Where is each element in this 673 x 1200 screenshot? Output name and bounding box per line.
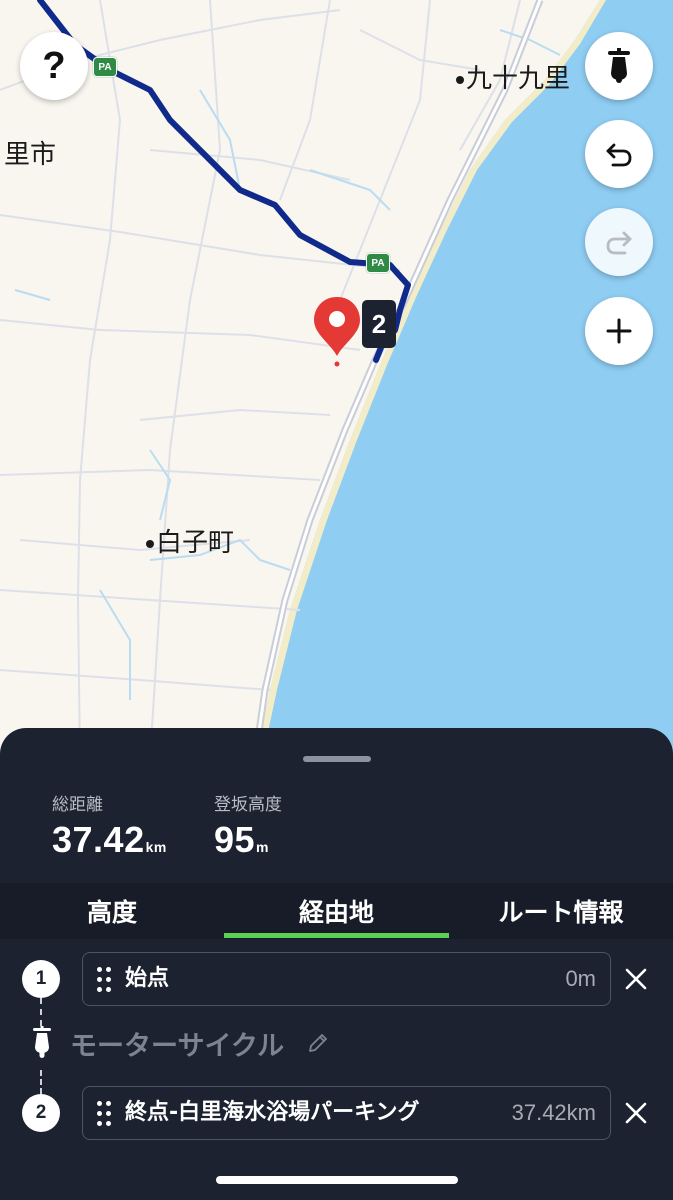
waypoint-distance: 37.42km bbox=[511, 1100, 596, 1125]
parking-area-badge: PA bbox=[366, 253, 390, 273]
waypoint-connector bbox=[40, 998, 42, 1026]
waypoint-connector bbox=[40, 1070, 42, 1094]
undo-icon bbox=[606, 143, 632, 167]
tab-route-info[interactable]: ルート情報 bbox=[449, 883, 673, 939]
pencil-icon[interactable] bbox=[306, 1031, 330, 1055]
place-dot bbox=[146, 539, 154, 548]
redo-icon bbox=[606, 231, 632, 255]
waypoint-row-end[interactable]: 終点-白里海水浴場パーキング 37.42km bbox=[82, 1086, 611, 1140]
waypoint-name: 始点 bbox=[125, 966, 170, 991]
active-tab-indicator bbox=[224, 933, 449, 938]
motorcycle-icon bbox=[33, 1026, 51, 1058]
drag-handle-icon[interactable] bbox=[97, 967, 113, 993]
undo-button[interactable] bbox=[585, 120, 653, 188]
waypoint-number-1: 1 bbox=[22, 960, 60, 998]
close-icon bbox=[625, 968, 647, 990]
sheet-grabber[interactable] bbox=[303, 756, 371, 762]
waypoint-marker-number[interactable]: 2 bbox=[362, 300, 396, 348]
travel-mode-button[interactable] bbox=[585, 32, 653, 100]
tab-elevation[interactable]: 高度 bbox=[0, 883, 224, 939]
travel-mode-label[interactable]: モーターサイクル bbox=[70, 1024, 284, 1063]
elevation-gain-value: 95m bbox=[214, 819, 269, 860]
waypoint-distance: 0m bbox=[565, 966, 596, 991]
home-indicator[interactable] bbox=[216, 1176, 458, 1184]
sheet-tabs: 高度 経由地 ルート情報 bbox=[0, 883, 673, 939]
plus-icon bbox=[606, 318, 632, 344]
motorcycle-icon bbox=[608, 48, 630, 83]
parking-area-badge: PA bbox=[93, 57, 117, 77]
waypoint-name: 終点-白里海水浴場パーキング bbox=[125, 1100, 420, 1125]
total-distance-label: 総距離 bbox=[52, 795, 103, 815]
route-bottom-sheet: 総距離 37.42km 登坂高度 95m 高度 経由地 ルート情報 1 始点 0… bbox=[0, 728, 673, 1200]
location-pin-icon[interactable] bbox=[314, 297, 360, 367]
total-distance-value: 37.42km bbox=[52, 819, 167, 860]
elevation-gain-stat: 登坂高度 95m bbox=[214, 790, 282, 861]
tab-waypoints[interactable]: 経由地 bbox=[224, 883, 449, 939]
drag-handle-icon[interactable] bbox=[97, 1101, 113, 1127]
place-label-kujukuri: 九十九里 bbox=[456, 58, 570, 95]
help-button[interactable]: ? bbox=[20, 32, 88, 100]
place-label-shirako: 白子町 bbox=[146, 522, 234, 559]
map-canvas[interactable] bbox=[0, 0, 673, 760]
map-view[interactable]: PA PA 九十九里 里市 白子町 2 ? bbox=[0, 0, 673, 760]
close-icon bbox=[625, 1102, 647, 1124]
add-waypoint-button[interactable] bbox=[585, 297, 653, 365]
waypoint-number-2: 2 bbox=[22, 1094, 60, 1132]
total-distance-stat: 総距離 37.42km bbox=[52, 790, 167, 861]
elevation-gain-label: 登坂高度 bbox=[214, 795, 282, 815]
place-label-city: 里市 bbox=[4, 140, 57, 170]
waypoint-row-start[interactable]: 始点 0m bbox=[82, 952, 611, 1006]
place-dot bbox=[456, 75, 464, 84]
remove-waypoint-button[interactable] bbox=[622, 965, 650, 993]
remove-waypoint-button[interactable] bbox=[622, 1099, 650, 1127]
redo-button[interactable] bbox=[585, 208, 653, 276]
